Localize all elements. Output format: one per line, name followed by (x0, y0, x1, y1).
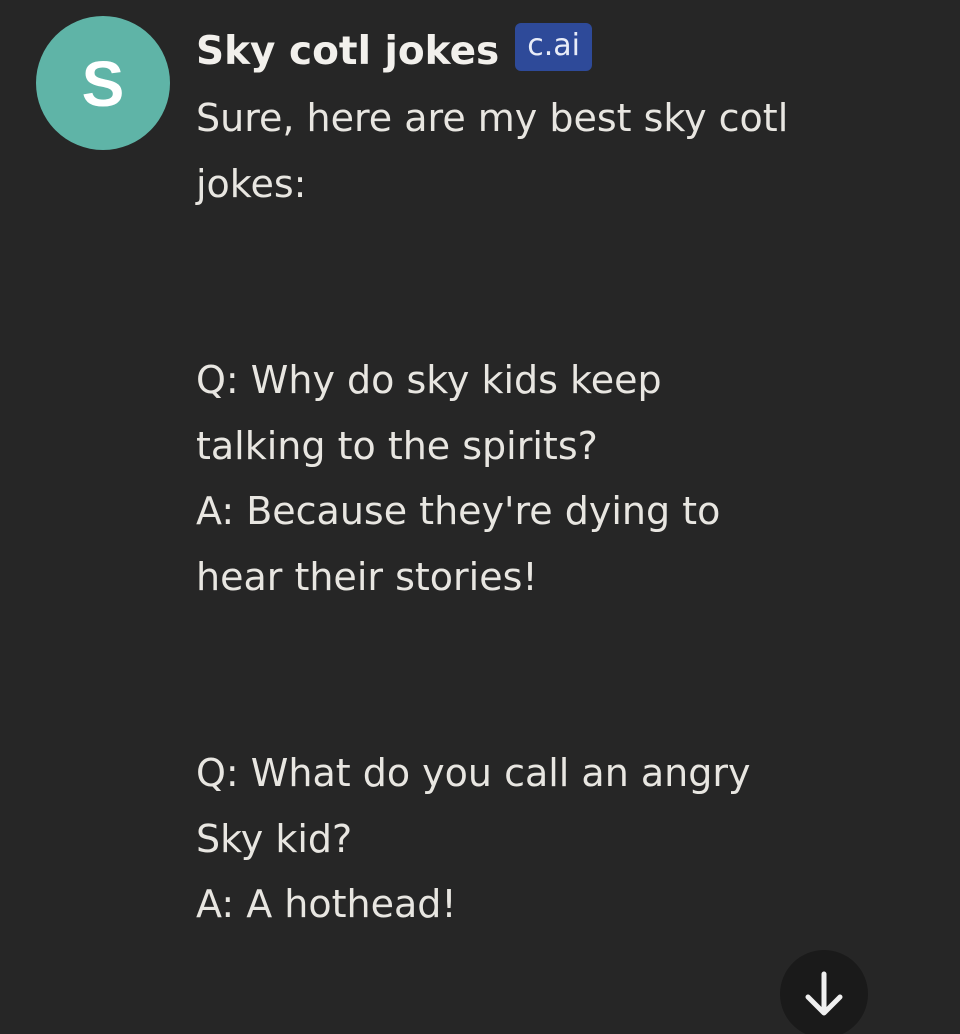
scroll-to-bottom-button[interactable] (780, 950, 868, 1034)
character-avatar[interactable]: S (36, 16, 170, 150)
cai-badge: c.ai (515, 23, 592, 71)
message-header: Sky cotl jokes c.ai (196, 22, 592, 80)
character-name[interactable]: Sky cotl jokes (196, 29, 499, 74)
joke1-answer-line-2: hear their stories! (196, 554, 538, 599)
intro-line-1: Sure, here are my best sky cotl (196, 96, 789, 140)
joke1-answer-line-1: A: Because they're dying to (196, 489, 721, 533)
joke2-question-line-2: Sky kid? (196, 816, 353, 861)
joke1-question-line-2: talking to the spirits? (196, 423, 598, 468)
arrow-down-icon (805, 971, 843, 1016)
joke2-answer-line-1: A: A hothead! (196, 882, 457, 926)
intro-line-2: jokes: (196, 161, 307, 206)
message-body: Sure, here are my best sky cotl jokes: Q… (196, 86, 876, 938)
joke2-question-line-1: Q: What do you call an angry (196, 751, 751, 795)
avatar-letter: S (81, 48, 125, 120)
joke1-question-line-1: Q: Why do sky kids keep (196, 358, 662, 402)
